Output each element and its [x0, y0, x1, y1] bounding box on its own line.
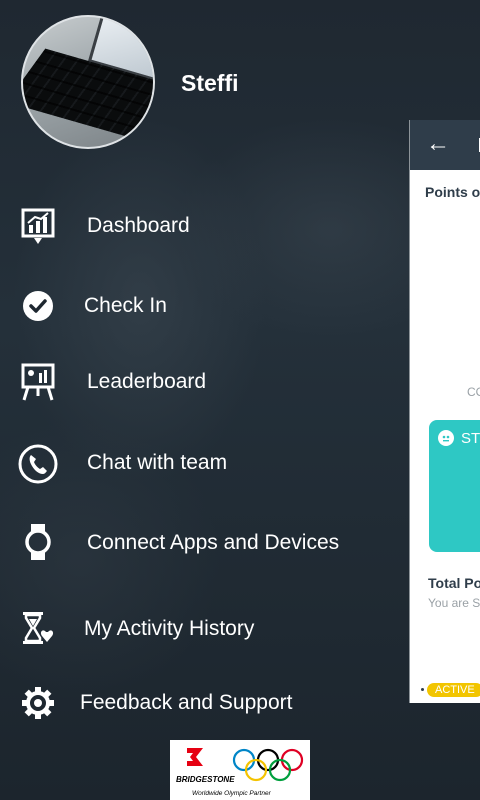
avatar[interactable] — [21, 15, 155, 149]
menu-item-check-in[interactable]: Check In — [0, 278, 400, 334]
menu-label-leaderboard: Leaderboard — [87, 370, 207, 393]
menu-label-dashboard: Dashboard — [87, 214, 190, 237]
menu-label-connect-apps: Connect Apps and Devices — [87, 531, 340, 554]
dashboard-chart-icon — [18, 206, 58, 246]
sponsor-logo: BRIDGESTONE Worldwide Olympic Partner — [170, 740, 310, 800]
sponsor-brand: BRIDGESTONE — [176, 775, 235, 784]
menu-item-leaderboard[interactable]: Leaderboard — [0, 352, 400, 408]
menu-item-chat-with-team[interactable]: Chat with team — [0, 434, 400, 490]
bridgestone-b-icon — [187, 748, 203, 766]
total-points-heading: Total Po — [428, 575, 480, 591]
status-card[interactable]: ST — [429, 420, 480, 552]
menu-label-feedback-support: Feedback and Support — [80, 691, 293, 714]
menu-label-check-in: Check In — [84, 294, 167, 317]
sponsor-tagline: Worldwide Olympic Partner — [192, 790, 271, 797]
smiley-icon — [438, 430, 454, 446]
menu-item-feedback-support[interactable]: Feedback and Support — [0, 674, 400, 730]
card-title: ST — [461, 430, 480, 447]
rank-text: You are S — [428, 596, 480, 610]
hourglass-heart-icon — [18, 608, 58, 648]
menu-label-activity-history: My Activity History — [84, 617, 255, 640]
points-heading: Points o — [425, 184, 480, 200]
checkmark-circle-icon — [18, 286, 58, 326]
menu-item-connect-apps[interactable]: Connect Apps and Devices — [0, 514, 400, 570]
menu-label-chat-with-team: Chat with team — [87, 451, 228, 474]
olympic-rings-icon — [232, 748, 304, 782]
chart-caption: CO — [467, 385, 480, 399]
menu-item-activity-history[interactable]: My Activity History — [0, 600, 400, 656]
app-content-preview[interactable]: ← Points o CO ST Total Po You are S ACTI… — [409, 120, 480, 703]
back-arrow-icon[interactable]: ← — [426, 132, 450, 156]
bullet-dot — [421, 688, 424, 691]
leaderboard-easel-icon — [18, 362, 58, 402]
user-name[interactable]: Steffi — [181, 70, 239, 97]
preview-toolbar: ← — [410, 120, 480, 170]
smartwatch-icon — [18, 522, 58, 562]
phone-circle-icon — [18, 444, 58, 484]
menu-item-dashboard[interactable]: Dashboard — [0, 198, 400, 254]
gear-icon — [18, 683, 58, 723]
status-badge: ACTIVE — [427, 683, 480, 697]
